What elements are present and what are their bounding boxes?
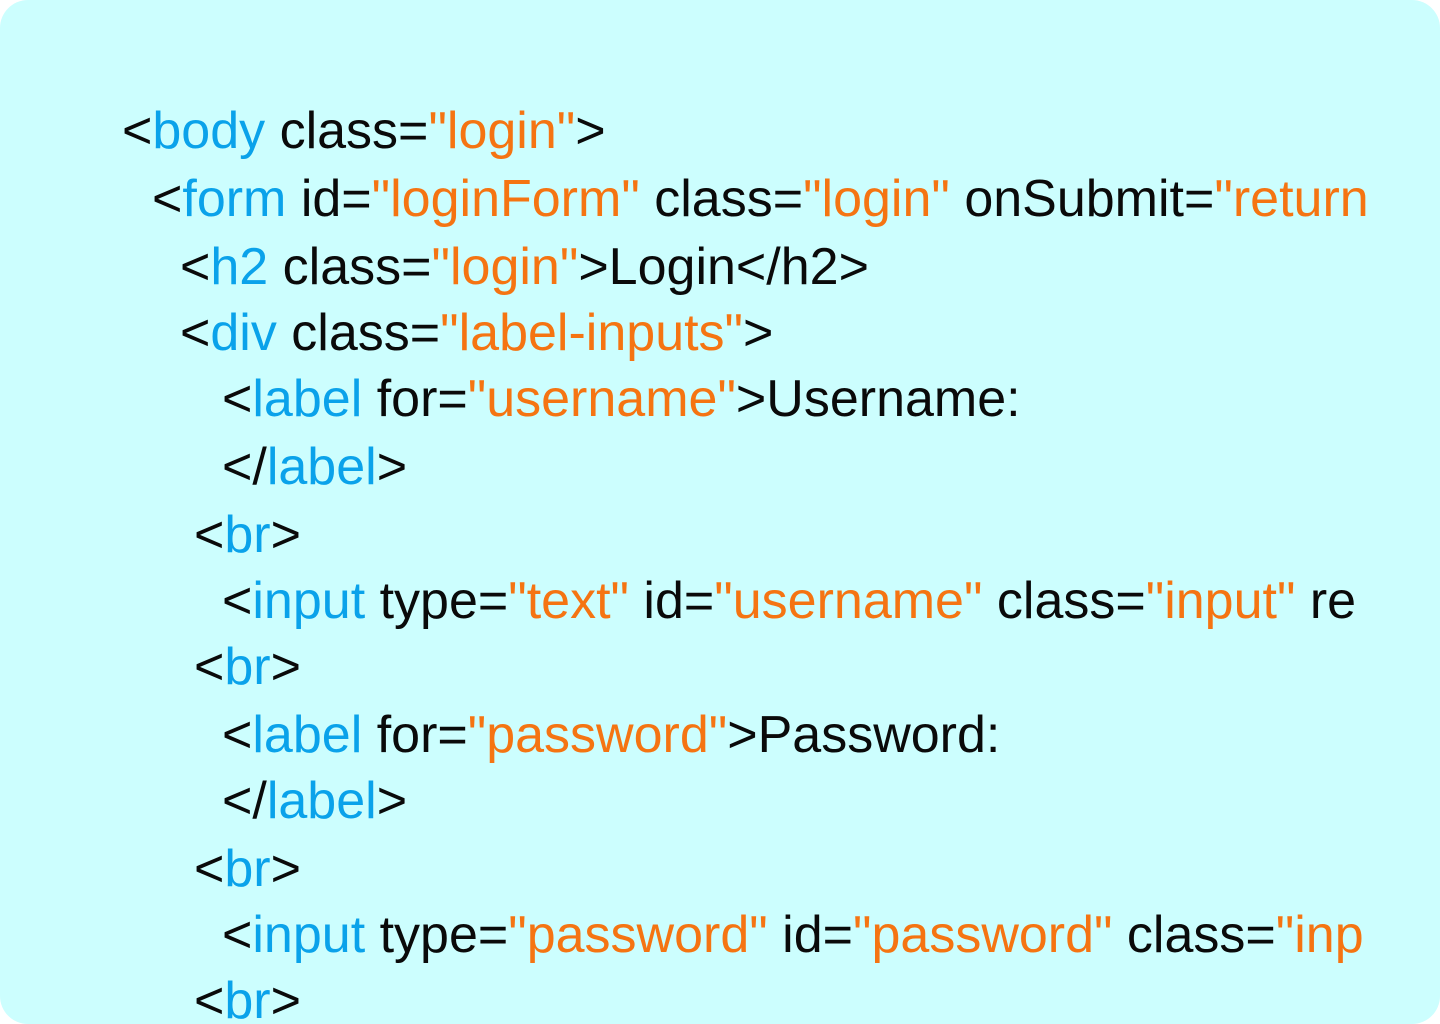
code-punctuation: > (270, 506, 301, 564)
code-tag-name: label (252, 370, 363, 428)
code-string: "label-inputs" (440, 304, 744, 362)
code-tag-name: label (266, 438, 377, 496)
code-text: >Password: (727, 706, 1001, 764)
code-tag-name: form (182, 170, 287, 228)
code-attribute: re (1295, 572, 1357, 630)
code-tag-name: br (224, 972, 271, 1024)
code-string: "username" (467, 370, 736, 428)
code-line: <label for="username">Username: (222, 366, 1021, 432)
code-string: "input" (1145, 572, 1296, 630)
code-punctuation: < (180, 238, 211, 296)
code-tag-name: input (252, 572, 366, 630)
code-block: <body class="login"> <form id="loginForm… (0, 0, 1440, 1024)
code-punctuation: > (376, 772, 408, 830)
code-punctuation: < (222, 370, 253, 428)
code-line: <input type="text" id="username" class="… (222, 568, 1356, 634)
code-string: "login" (803, 170, 950, 228)
code-tag-name: div (210, 304, 277, 362)
code-attribute: onSubmit= (949, 170, 1215, 228)
code-attribute: class= (276, 304, 441, 362)
code-punctuation: < (222, 572, 253, 630)
code-attribute: for= (362, 370, 468, 428)
code-snippet-panel: <body class="login"> <form id="loginForm… (0, 0, 1440, 1024)
code-string: "login" (428, 102, 576, 160)
code-attribute: type= (365, 906, 509, 964)
code-punctuation: > (575, 102, 606, 160)
code-punctuation: > (270, 638, 301, 696)
code-tag-name: br (224, 840, 271, 898)
code-tag-name: br (224, 506, 271, 564)
code-line: <br> (194, 968, 301, 1024)
code-line: <body class="login"> (122, 98, 606, 164)
code-punctuation: < (222, 906, 253, 964)
code-attribute: id= (628, 572, 715, 630)
code-tag-name: br (224, 638, 271, 696)
code-attribute: for= (362, 706, 468, 764)
code-line: </label> (222, 768, 407, 834)
code-punctuation: < (122, 102, 153, 160)
code-tag-name: body (152, 102, 266, 160)
code-attribute: class= (982, 572, 1146, 630)
code-line: <label for="password">Password: (222, 702, 1000, 768)
code-line: <form id="loginForm" class="login" onSub… (152, 166, 1369, 232)
code-punctuation: > (270, 972, 301, 1024)
code-string: "login" (431, 238, 579, 296)
code-line: <br> (194, 502, 301, 568)
code-attribute: class= (639, 170, 804, 228)
code-line: <div class="label-inputs"> (180, 300, 773, 366)
code-punctuation: </ (222, 772, 267, 830)
code-punctuation: < (194, 506, 225, 564)
code-string: "password" (467, 706, 728, 764)
code-punctuation: > (743, 304, 774, 362)
code-string: "password" (508, 906, 768, 964)
code-attribute: id= (767, 906, 854, 964)
code-line: <input type="password" id="password" cla… (222, 902, 1364, 968)
code-tag-name: label (266, 772, 377, 830)
code-string: "password" (853, 906, 1113, 964)
code-string: "loginForm" (371, 170, 640, 228)
code-punctuation: < (194, 840, 225, 898)
code-punctuation: < (194, 972, 225, 1024)
code-string: "username" (714, 572, 983, 630)
code-line: <h2 class="login">Login</h2> (180, 234, 869, 300)
code-attribute: class= (268, 238, 432, 296)
code-line: <br> (194, 634, 301, 700)
code-line: </label> (222, 434, 407, 500)
code-string: "inp (1275, 906, 1364, 964)
code-string: "text" (508, 572, 629, 630)
code-line: <br> (194, 836, 301, 902)
code-punctuation: </ (222, 438, 267, 496)
code-attribute: type= (365, 572, 509, 630)
code-attribute: class= (265, 102, 429, 160)
code-attribute: class= (1112, 906, 1276, 964)
code-attribute: id= (286, 170, 372, 228)
code-punctuation: > (376, 438, 408, 496)
code-text: >Login</h2> (578, 238, 869, 296)
code-punctuation: < (152, 170, 183, 228)
code-punctuation: < (180, 304, 211, 362)
code-tag-name: h2 (210, 238, 269, 296)
code-text: >Username: (735, 370, 1021, 428)
code-tag-name: input (252, 906, 366, 964)
code-tag-name: label (252, 706, 363, 764)
code-punctuation: < (222, 706, 253, 764)
code-punctuation: > (270, 840, 301, 898)
code-string: "return (1214, 170, 1369, 228)
code-punctuation: < (194, 638, 225, 696)
